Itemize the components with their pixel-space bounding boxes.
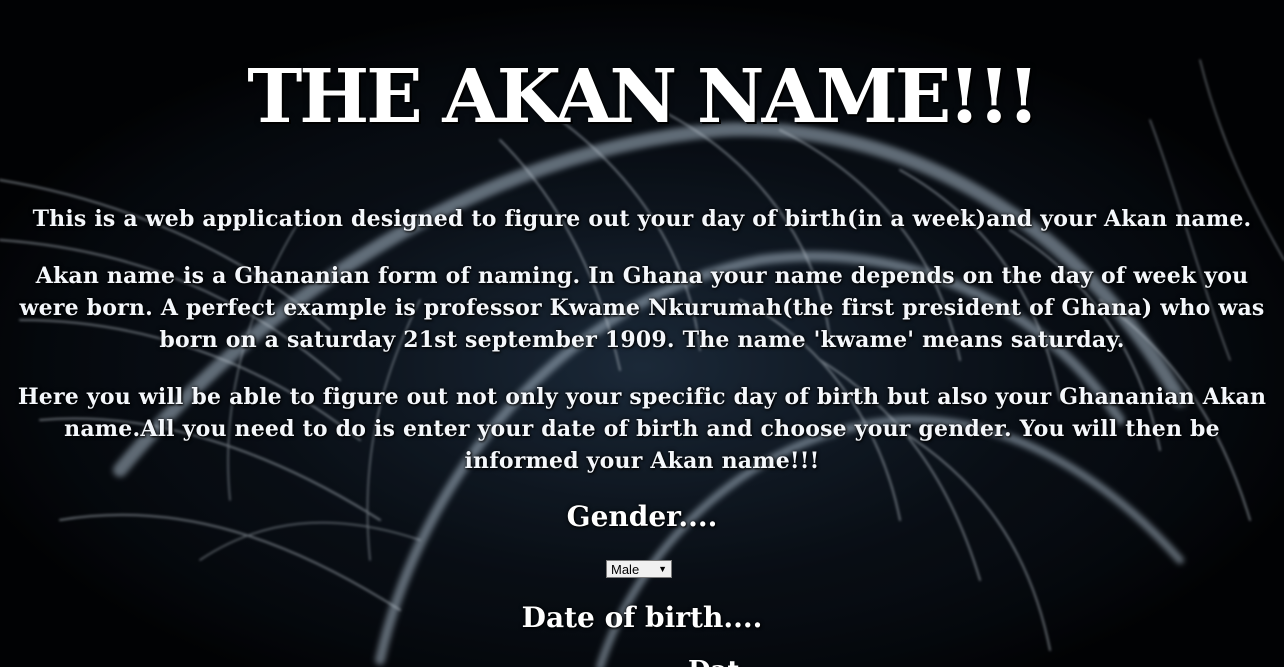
gender-select-value: Male	[611, 562, 640, 577]
intro-paragraph-2: Akan name is a Ghananian form of naming.…	[19, 263, 1265, 353]
gender-select[interactable]: Male ▼	[606, 560, 672, 578]
intro-paragraph-1: This is a web application designed to fi…	[32, 206, 1252, 232]
page-content: THE AKAN NAME!!! This is a web applicati…	[0, 0, 1284, 667]
page-title: THE AKAN NAME!!!	[247, 54, 1040, 140]
date-field-label-partial: Dat	[688, 656, 739, 667]
gender-label: Gender....	[566, 500, 718, 533]
date-of-birth-label: Date of birth....	[521, 601, 763, 634]
dropdown-arrow-icon: ▼	[658, 564, 667, 574]
intro-paragraph-3: Here you will be able to figure out not …	[17, 384, 1267, 474]
